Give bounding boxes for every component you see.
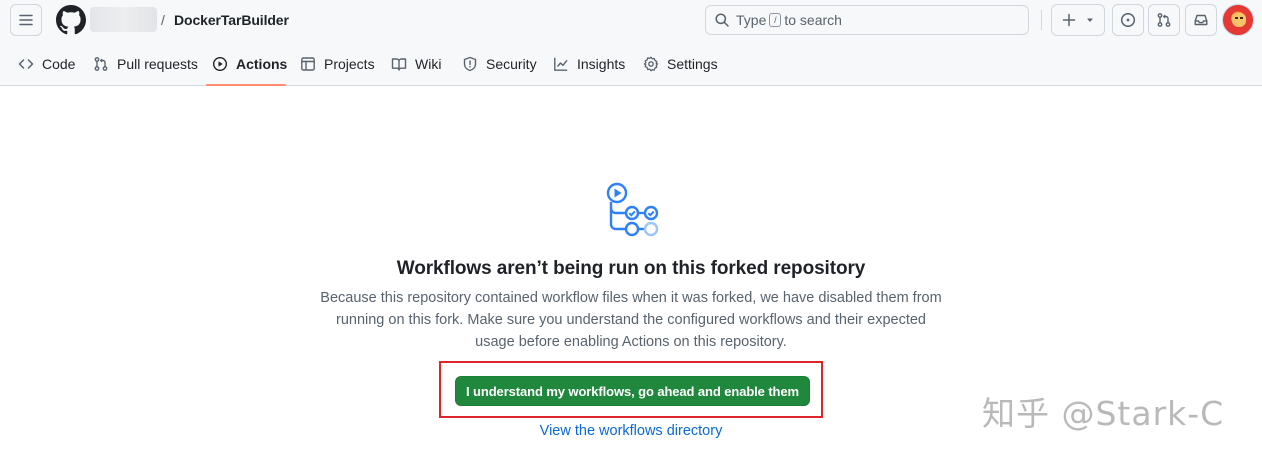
- avatar-eye-left: [1235, 17, 1238, 19]
- issues-button[interactable]: [1112, 4, 1144, 36]
- create-new-button[interactable]: [1051, 4, 1105, 36]
- description-line: Because this repository contained workfl…: [320, 290, 942, 306]
- header-divider: [1041, 10, 1042, 30]
- tab-security[interactable]: Security: [462, 42, 537, 86]
- tab-settings-label: Settings: [667, 56, 718, 72]
- tab-pull-requests-label: Pull requests: [117, 56, 198, 72]
- tab-code[interactable]: Code: [18, 42, 75, 86]
- pull-requests-button[interactable]: [1148, 4, 1180, 36]
- app-header: / DockerTarBuilder Type / to search Code…: [0, 0, 1262, 86]
- tab-security-label: Security: [486, 56, 537, 72]
- tab-code-label: Code: [42, 56, 76, 72]
- workflows-directory-link-text[interactable]: View the workflows directory: [540, 423, 723, 439]
- plus-icon: [1062, 13, 1076, 27]
- inbox-icon: [1194, 14, 1208, 26]
- owner-name-redacted[interactable]: [90, 7, 157, 32]
- user-avatar[interactable]: [1222, 4, 1254, 36]
- tab-insights-label: Insights: [577, 56, 626, 72]
- enable-workflows-button[interactable]: I understand my workflows, go ahead and …: [455, 376, 810, 406]
- tab-wiki-label: Wiki: [415, 56, 442, 72]
- tab-settings[interactable]: Settings: [643, 42, 718, 86]
- issue-opened-icon: [1120, 12, 1136, 28]
- github-logo-icon[interactable]: [56, 5, 86, 35]
- avatar-eye-right: [1240, 17, 1243, 19]
- gear-icon: [643, 56, 659, 72]
- tab-insights[interactable]: Insights: [553, 42, 625, 86]
- triangle-down-icon: [1087, 18, 1093, 22]
- page-title: Workflows aren’t being run on this forke…: [396, 258, 866, 279]
- description-line: running on this fork. Make sure you unde…: [335, 312, 926, 328]
- search-prefix: Type: [736, 12, 767, 28]
- tab-pull-requests[interactable]: Pull requests: [93, 42, 198, 86]
- play-icon: [212, 56, 228, 72]
- description: Because this repository contained workfl…: [306, 287, 956, 353]
- tab-projects-label: Projects: [324, 56, 375, 72]
- shield-icon: [463, 56, 477, 72]
- code-icon: [18, 59, 34, 69]
- top-bar: / DockerTarBuilder Type / to search: [0, 0, 1262, 42]
- git-pull-request-icon: [1157, 13, 1171, 27]
- search-shortcut-key: /: [769, 13, 782, 27]
- hamburger-icon: [19, 14, 33, 26]
- git-pull-request-icon: [94, 57, 108, 71]
- tab-actions-label: Actions: [236, 56, 288, 72]
- tab-wiki[interactable]: Wiki: [391, 42, 441, 86]
- tab-actions[interactable]: Actions: [212, 42, 287, 86]
- table-icon: [301, 57, 315, 71]
- search-input[interactable]: Type / to search: [705, 5, 1029, 35]
- breadcrumb-separator: /: [161, 12, 165, 28]
- avatar-face: [1232, 13, 1246, 27]
- open-menu-button[interactable]: [10, 4, 42, 36]
- book-icon: [391, 58, 407, 71]
- notifications-button[interactable]: [1185, 4, 1217, 36]
- graph-icon: [554, 57, 568, 71]
- watermark: 知乎 @Stark-C: [982, 394, 1225, 433]
- tab-projects[interactable]: Projects: [300, 42, 375, 86]
- search-suffix: to search: [784, 12, 842, 28]
- description-line: usage before enabling Actions on this re…: [475, 334, 787, 350]
- workflow-icon: [606, 182, 659, 237]
- repository-name-link[interactable]: DockerTarBuilder: [174, 12, 289, 28]
- search-icon: [715, 13, 729, 27]
- repository-tabs: Code Pull requests Actions Projects Wiki…: [0, 42, 1262, 86]
- active-tab-indicator: [206, 84, 286, 86]
